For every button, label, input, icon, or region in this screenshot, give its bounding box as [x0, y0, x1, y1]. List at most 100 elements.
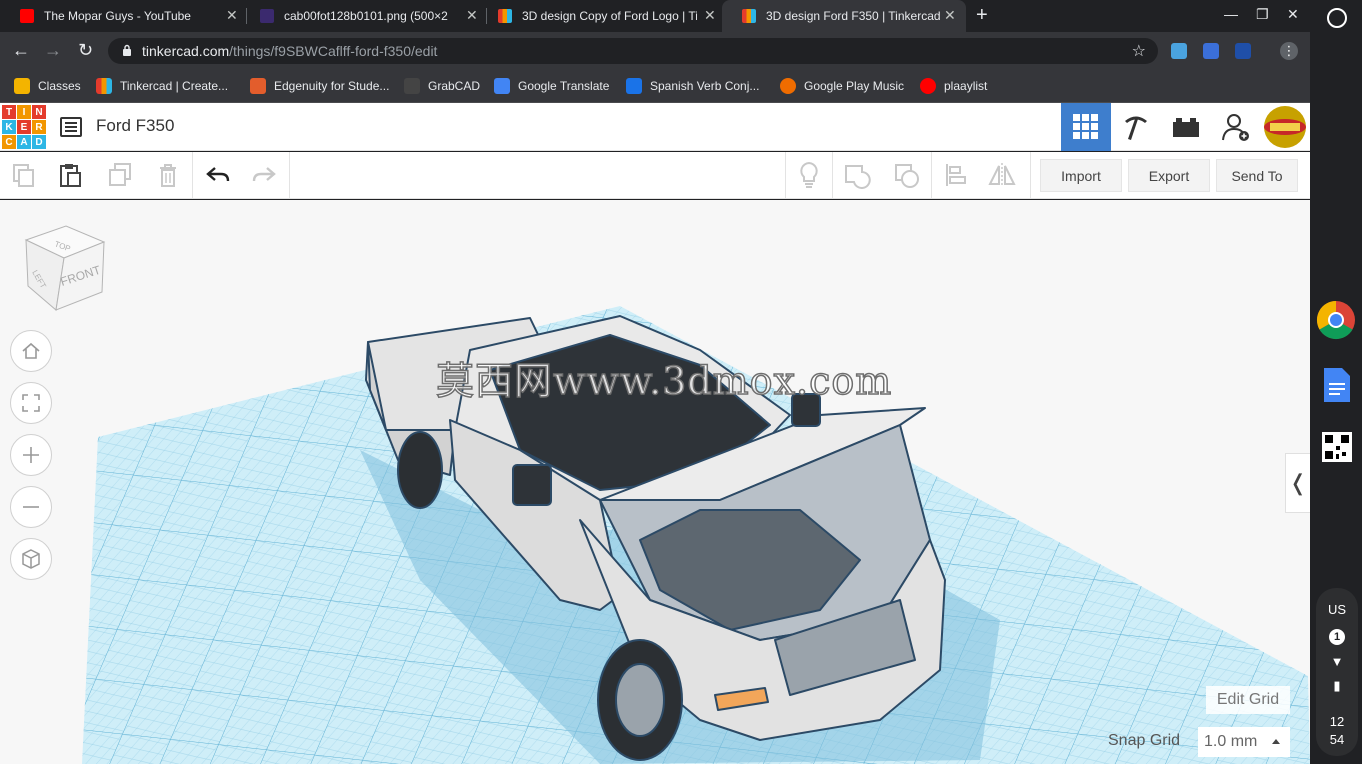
undo-button[interactable]: [203, 160, 233, 190]
toolbar-divider: [1030, 152, 1031, 199]
url-text: tinkercad.com/things/f9SBWCaflff-ford-f3…: [142, 43, 437, 59]
fit-view-button[interactable]: [10, 382, 52, 424]
user-avatar[interactable]: [1262, 105, 1308, 149]
forward-button[interactable]: →: [44, 40, 62, 61]
watermark-text: 莫西网www.3dmox.com: [435, 358, 893, 404]
tinkercad-logo[interactable]: T I N K E R C A D: [2, 105, 46, 149]
snap-grid-value: 1.0 mm: [1204, 733, 1258, 750]
youtube-icon: [20, 9, 34, 23]
bookmark-plaaylist[interactable]: plaaylist: [920, 78, 987, 94]
caret-up-icon: [1272, 739, 1280, 744]
ungroup-button[interactable]: [892, 160, 922, 190]
close-icon[interactable]: ✕: [466, 7, 478, 24]
tab-ford-f350[interactable]: 3D design Ford F350 | Tinkercad ✕: [722, 0, 966, 32]
close-icon[interactable]: ✕: [226, 7, 238, 24]
group-button[interactable]: [842, 160, 872, 190]
bookmark-star-icon[interactable]: ☆: [1132, 41, 1146, 61]
tab-mopar-youtube[interactable]: The Mopar Guys - YouTube ✕: [0, 0, 245, 32]
bookmark-tinkercad[interactable]: Tinkercad | Create...: [96, 78, 228, 94]
close-window-button[interactable]: ✕: [1287, 6, 1299, 23]
status-tray[interactable]: US 1 ▼ ▮ 12 54: [1316, 588, 1358, 756]
toolbar-divider: [289, 152, 290, 199]
redo-icon: [252, 167, 276, 182]
grabcad-icon: [404, 78, 420, 94]
home-icon: [22, 342, 40, 359]
new-tab-button[interactable]: +: [976, 4, 988, 27]
lightbulb-icon: [800, 161, 818, 188]
b-extension-icon[interactable]: [1203, 43, 1219, 59]
toolbar-divider: [832, 152, 833, 199]
chrome-icon[interactable]: [1316, 300, 1356, 340]
bookmark-google-translate[interactable]: Google Translate: [494, 78, 609, 94]
restore-button[interactable]: ❐: [1256, 6, 1269, 23]
docs-icon[interactable]: [1322, 366, 1352, 404]
logo-cell: T: [2, 105, 16, 119]
bricks-button[interactable]: [1161, 103, 1211, 151]
panel-toggle-button[interactable]: ❬: [1285, 453, 1310, 513]
zoom-out-button[interactable]: [10, 486, 52, 528]
align-button[interactable]: [941, 160, 971, 190]
export-button[interactable]: Export: [1128, 159, 1210, 192]
bookmark-spanish-verb[interactable]: Spanish Verb Conj...: [626, 78, 759, 94]
tinkercad-header: T I N K E R C A D Ford F350: [0, 103, 1310, 151]
import-button[interactable]: Import: [1040, 159, 1122, 192]
fit-view-icon: [22, 394, 40, 412]
snap-grid-select[interactable]: 1.0 mm: [1198, 727, 1290, 757]
edit-grid-button[interactable]: Edit Grid: [1206, 686, 1290, 714]
pickaxe-icon: [1125, 116, 1147, 140]
zoom-in-button[interactable]: [10, 434, 52, 476]
tab-ford-logo[interactable]: 3D design Copy of Ford Logo | Ti ✕: [478, 0, 726, 32]
send-to-button[interactable]: Send To: [1216, 159, 1298, 192]
copy-button[interactable]: [9, 160, 39, 190]
bookmark-grabcad[interactable]: GrabCAD: [404, 78, 480, 94]
trash-icon: [160, 164, 176, 187]
shield-extension-icon[interactable]: [1235, 43, 1251, 59]
keyboard-layout: US: [1327, 602, 1347, 617]
bookmark-label: Edgenuity for Stude...: [274, 79, 390, 93]
back-button[interactable]: ←: [12, 40, 30, 61]
add-user-button[interactable]: [1211, 103, 1261, 151]
logo-cell: K: [2, 120, 16, 134]
delete-button[interactable]: [153, 160, 183, 190]
show-all-button[interactable]: [794, 160, 824, 190]
paste-button[interactable]: [55, 160, 85, 190]
duplicate-button[interactable]: [105, 160, 135, 190]
perspective-button[interactable]: [10, 538, 52, 580]
youtube-icon: [920, 78, 936, 94]
bookmark-classes[interactable]: Classes: [14, 78, 81, 94]
chevron-left-icon: ❬: [1288, 470, 1308, 495]
ungroup-icon: [895, 164, 919, 188]
blocks-button[interactable]: [1111, 103, 1161, 151]
bookmark-edgenuity[interactable]: Edgenuity for Stude...: [250, 78, 389, 94]
clock-hour: 12: [1329, 714, 1345, 729]
bookmark-google-play-music[interactable]: Google Play Music: [780, 78, 904, 94]
3d-view-button[interactable]: [1061, 103, 1111, 151]
close-icon[interactable]: ✕: [704, 7, 716, 24]
mirror-button[interactable]: [987, 160, 1017, 190]
copy-icon: [13, 164, 34, 187]
qr-code-icon[interactable]: [1322, 432, 1352, 462]
image-icon: [260, 9, 274, 23]
reload-button[interactable]: ↻: [78, 40, 93, 61]
toolbar-divider: [931, 152, 932, 199]
minimize-button[interactable]: —: [1224, 6, 1238, 22]
home-view-button[interactable]: [10, 330, 52, 372]
toolbar-divider: [192, 152, 193, 199]
design-title[interactable]: Ford F350: [96, 116, 174, 136]
view-cube[interactable]: TOP LEFT FRONT: [22, 224, 108, 314]
address-bar[interactable]: tinkercad.com/things/f9SBWCaflff-ford-f3…: [108, 38, 1158, 64]
close-icon[interactable]: ✕: [944, 7, 956, 24]
bookmark-label: Google Translate: [518, 79, 610, 93]
workplane[interactable]: TOP LEFT FRONT 莫西网www.3dmox.com ❬ Edit G…: [0, 200, 1310, 764]
snap-grid-label: Snap Grid: [1108, 732, 1181, 749]
tinkercad-icon: [96, 78, 112, 94]
launcher-icon[interactable]: [1327, 8, 1347, 28]
browser-menu-icon[interactable]: ⋮: [1280, 42, 1298, 60]
bookmark-label: Tinkercad | Create...: [120, 79, 229, 93]
cloud-extension-icon[interactable]: [1171, 43, 1187, 59]
logo-cell: I: [17, 105, 31, 119]
design-list-icon[interactable]: [60, 117, 82, 137]
tab-strip: The Mopar Guys - YouTube ✕ cab00fot128b0…: [0, 0, 1310, 32]
tab-image[interactable]: cab00fot128b0101.png (500×2 ✕: [240, 0, 485, 32]
redo-button[interactable]: [249, 160, 279, 190]
